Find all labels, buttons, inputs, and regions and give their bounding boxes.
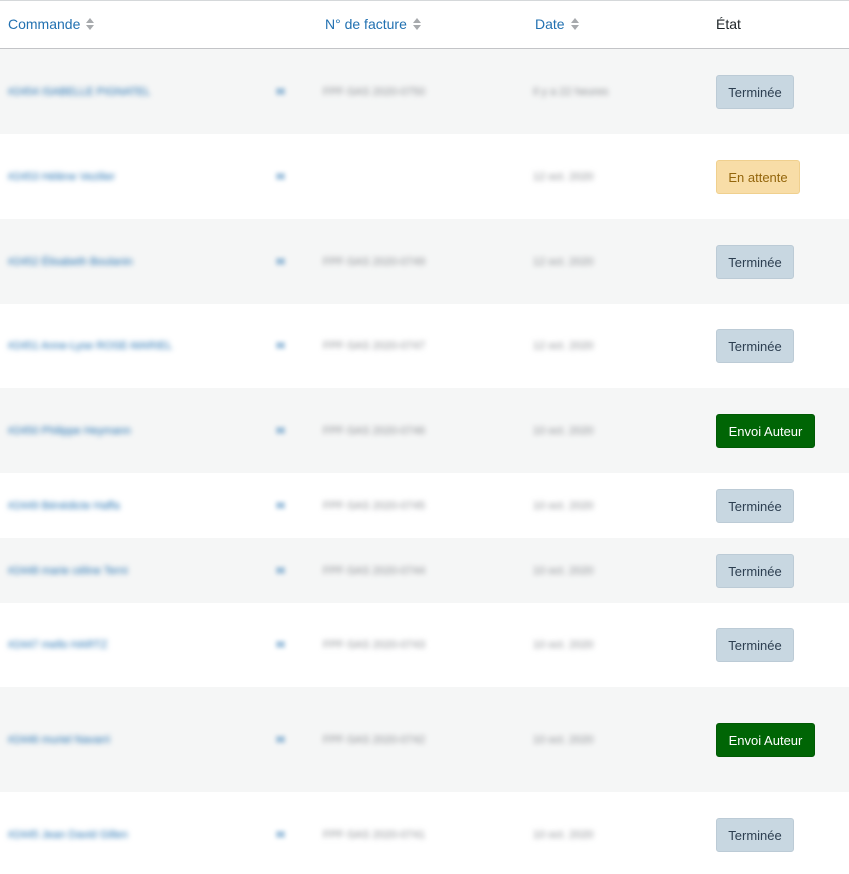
mail-icon[interactable]: ✉ — [276, 85, 285, 98]
status-badge[interactable]: Terminée — [716, 628, 794, 662]
table-row[interactable]: #2449 Bénédicte Haffa ✉ FPF-SAS 2020-074… — [0, 473, 849, 538]
status-badge[interactable]: Terminée — [716, 817, 794, 852]
table-row[interactable]: #2445 Jean David Gillen ✉ FPF-SAS 2020-0… — [0, 792, 849, 874]
status-badge[interactable]: Terminée — [716, 244, 794, 279]
status-cell: Terminée — [716, 329, 794, 363]
mail-icon[interactable]: ✉ — [276, 828, 285, 841]
mail-icon[interactable]: ✉ — [276, 639, 285, 652]
order-date: 10 oct. 2020 — [533, 424, 594, 437]
sort-order-column[interactable]: Commande — [8, 1, 95, 48]
table-row[interactable]: #2454 ISABELLE PIGNATEL ✉ FPF-SAS 2020-0… — [0, 49, 849, 134]
sort-arrows-icon[interactable] — [412, 17, 422, 31]
orders-table: Commande N° de facture Date État #2454 I… — [0, 0, 849, 874]
order-link[interactable]: #2448 marie céline Terni — [8, 565, 128, 577]
invoice-number: FPF-SAS 2020-0744 — [323, 564, 426, 577]
invoice-number: FPF-SAS 2020-0746 — [323, 424, 426, 437]
order-date: Il y a 22 heures — [533, 85, 609, 98]
invoice-number: FPF-SAS 2020-0741 — [323, 828, 426, 841]
order-link[interactable]: #2450 Philippe Heymann — [8, 425, 131, 437]
table-row[interactable]: #2452 Élisabeth Boulanin ✉ FPF-SAS 2020-… — [0, 219, 849, 304]
order-date: 10 oct. 2020 — [533, 499, 594, 512]
status-cell: Terminée — [716, 244, 794, 279]
order-date: 10 oct. 2020 — [533, 828, 594, 841]
status-cell: Terminée — [716, 74, 794, 109]
order-link[interactable]: #2446 muriel Navarri — [8, 734, 110, 746]
sort-date-column[interactable]: Date — [535, 1, 580, 48]
mail-icon[interactable]: ✉ — [276, 499, 285, 512]
order-date: 12 oct. 2020 — [533, 170, 594, 183]
order-link[interactable]: #2445 Jean David Gillen — [8, 829, 128, 841]
status-cell: Terminée — [716, 817, 794, 852]
status-badge[interactable]: Terminée — [716, 553, 794, 588]
order-link[interactable]: #2454 ISABELLE PIGNATEL — [8, 86, 150, 98]
table-row[interactable]: #2446 muriel Navarri ✉ FPF-SAS 2020-0742… — [0, 687, 849, 792]
order-link[interactable]: #2451 Anne-Lyse ROSE-MARIEL — [8, 340, 172, 352]
status-cell: Envoi Auteur — [716, 413, 815, 448]
invoice-number: FPF-SAS 2020-0742 — [323, 733, 426, 746]
order-date: 10 oct. 2020 — [533, 639, 594, 651]
status-cell: Terminée — [716, 628, 794, 662]
status-cell: Terminée — [716, 553, 794, 588]
mail-icon[interactable]: ✉ — [276, 424, 285, 437]
invoice-number: FPF-SAS 2020-0750 — [323, 85, 426, 98]
mail-icon[interactable]: ✉ — [276, 340, 285, 353]
column-header-date[interactable]: Date — [535, 16, 565, 32]
table-row[interactable]: #2453 Hélène Vezilier ✉ 12 oct. 2020 En … — [0, 134, 849, 219]
status-badge[interactable]: Terminée — [716, 488, 794, 523]
table-row[interactable]: #2450 Philippe Heymann ✉ FPF-SAS 2020-07… — [0, 388, 849, 473]
order-date: 12 oct. 2020 — [533, 255, 594, 268]
table-body: #2454 ISABELLE PIGNATEL ✉ FPF-SAS 2020-0… — [0, 49, 849, 874]
invoice-number: FPF-SAS 2020-0745 — [323, 499, 426, 512]
order-link[interactable]: #2449 Bénédicte Haffa — [8, 500, 120, 512]
status-badge[interactable]: Terminée — [716, 74, 794, 109]
invoice-number: FPF-SAS 2020-0743 — [323, 639, 426, 651]
column-header-state: État — [716, 16, 741, 32]
table-row[interactable]: #2448 marie céline Terni ✉ FPF-SAS 2020-… — [0, 538, 849, 603]
mail-icon[interactable]: ✉ — [276, 255, 285, 268]
order-date: 12 oct. 2020 — [533, 340, 594, 352]
order-date: 10 oct. 2020 — [533, 564, 594, 577]
invoice-number: FPF-SAS 2020-0747 — [323, 340, 426, 352]
sort-invoice-column[interactable]: N° de facture — [325, 1, 422, 48]
status-badge[interactable]: Terminée — [716, 329, 794, 363]
order-link[interactable]: #2453 Hélène Vezilier — [8, 171, 115, 183]
sort-arrows-icon[interactable] — [85, 17, 95, 31]
mail-icon[interactable]: ✉ — [276, 170, 285, 183]
table-header: Commande N° de facture Date État — [0, 1, 849, 49]
sort-arrows-icon[interactable] — [570, 17, 580, 31]
status-badge[interactable]: Envoi Auteur — [716, 722, 815, 757]
mail-icon[interactable]: ✉ — [276, 733, 285, 746]
column-header-order[interactable]: Commande — [8, 16, 80, 32]
table-row[interactable]: #2447 mello HARTZ ✉ FPF-SAS 2020-0743 10… — [0, 603, 849, 687]
invoice-number: FPF-SAS 2020-0749 — [323, 255, 426, 268]
status-cell: Terminée — [716, 488, 794, 523]
status-cell: Envoi Auteur — [716, 722, 815, 757]
status-badge[interactable]: En attente — [716, 159, 800, 194]
order-date: 10 oct. 2020 — [533, 733, 594, 746]
table-row[interactable]: #2451 Anne-Lyse ROSE-MARIEL ✉ FPF-SAS 20… — [0, 304, 849, 388]
order-link[interactable]: #2452 Élisabeth Boulanin — [8, 256, 133, 268]
order-link[interactable]: #2447 mello HARTZ — [8, 639, 107, 651]
mail-icon[interactable]: ✉ — [276, 564, 285, 577]
status-cell: En attente — [716, 159, 800, 194]
status-badge[interactable]: Envoi Auteur — [716, 413, 815, 448]
column-header-invoice[interactable]: N° de facture — [325, 16, 407, 32]
